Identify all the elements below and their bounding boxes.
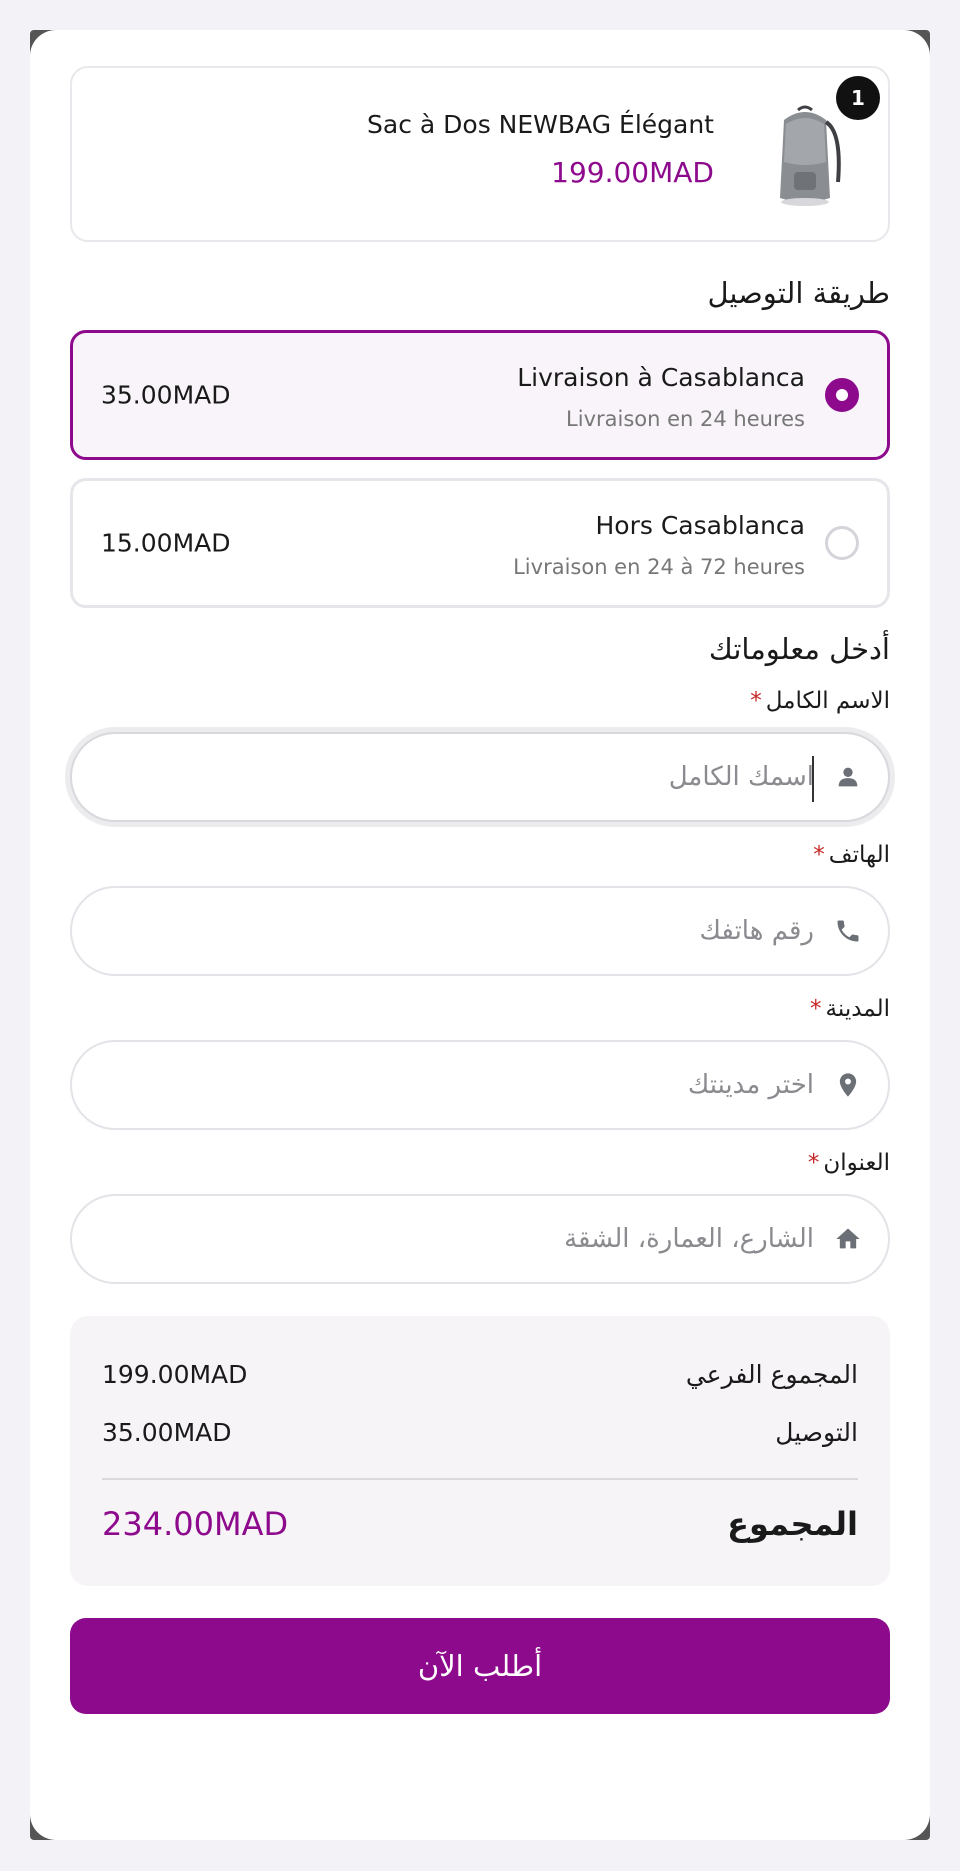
- phone-icon: [837, 920, 859, 942]
- quantity-badge: 1: [836, 76, 880, 120]
- field-label-text: المدينة: [825, 996, 890, 1022]
- subtotal-value: 199.00MAD: [102, 1359, 248, 1389]
- phone-field[interactable]: [70, 886, 890, 976]
- total-row: المجموع 234.00MAD: [102, 1505, 858, 1543]
- field-label-text: الهاتف: [828, 842, 890, 868]
- required-mark: *: [750, 688, 762, 714]
- shipping-option-hors-casablanca[interactable]: Hors Casablanca Livraison en 24 à 72 heu…: [70, 478, 890, 608]
- field-label-text: الاسم الكامل: [765, 688, 890, 714]
- order-now-button[interactable]: أطلب الآن: [70, 1618, 890, 1714]
- radio-selected-icon[interactable]: [825, 378, 859, 412]
- phone-input[interactable]: [102, 916, 814, 946]
- full-name-input[interactable]: [102, 762, 814, 792]
- summary-divider: [102, 1478, 858, 1480]
- shipping-option-name: Hors Casablanca: [595, 511, 805, 540]
- address-input[interactable]: [102, 1224, 814, 1254]
- required-mark: *: [813, 842, 825, 868]
- shipping-row: التوصيل 35.00MAD: [102, 1414, 858, 1450]
- total-value: 234.00MAD: [102, 1505, 289, 1543]
- product-name: Sac à Dos NEWBAG Élégant: [367, 110, 714, 139]
- city-input[interactable]: [102, 1070, 814, 1100]
- full-name-label: الاسم الكامل*: [70, 688, 890, 718]
- shipping-title: طريقة التوصيل: [707, 276, 890, 310]
- home-icon: [836, 1228, 860, 1249]
- shipping-option-casablanca[interactable]: Livraison à Casablanca Livraison en 24 h…: [70, 330, 890, 460]
- address-label: العنوان*: [70, 1150, 890, 1180]
- checkout-content: 1 Sac à Dos NEWBAG Élégant 199.00MAD طري…: [70, 66, 890, 1714]
- product-price: 199.00MAD: [551, 156, 714, 189]
- cart-product: 1 Sac à Dos NEWBAG Élégant 199.00MAD: [70, 66, 890, 242]
- subtotal-row: المجموع الفرعي 199.00MAD: [102, 1356, 858, 1392]
- required-mark: *: [807, 1150, 820, 1176]
- radio-unselected-icon[interactable]: [825, 526, 859, 560]
- checkout-card: 1 Sac à Dos NEWBAG Élégant 199.00MAD طري…: [30, 30, 930, 1840]
- total-label: المجموع: [727, 1505, 858, 1543]
- form-title: أدخل معلوماتك: [708, 632, 890, 666]
- field-label-text: العنوان: [823, 1150, 890, 1176]
- subtotal-label: المجموع الفرعي: [685, 1359, 858, 1389]
- order-summary: المجموع الفرعي 199.00MAD التوصيل 35.00MA…: [70, 1316, 890, 1586]
- shipping-option-name: Livraison à Casablanca: [517, 363, 805, 392]
- location-pin-icon: [839, 1073, 857, 1097]
- shipping-option-price: 15.00MAD: [101, 528, 231, 558]
- shipping-value: 35.00MAD: [102, 1417, 232, 1447]
- user-icon: [838, 767, 858, 787]
- shipping-option-description: Livraison en 24 heures: [566, 407, 805, 431]
- full-name-field[interactable]: [70, 732, 890, 822]
- city-field[interactable]: [70, 1040, 890, 1130]
- backpack-image: [780, 105, 841, 206]
- shipping-option-price: 35.00MAD: [101, 380, 231, 410]
- address-field[interactable]: [70, 1194, 890, 1284]
- shipping-label: التوصيل: [775, 1417, 858, 1447]
- required-mark: *: [810, 996, 822, 1022]
- shipping-option-description: Livraison en 24 à 72 heures: [513, 555, 805, 579]
- phone-label: الهاتف*: [70, 842, 890, 872]
- city-label: المدينة*: [70, 996, 890, 1026]
